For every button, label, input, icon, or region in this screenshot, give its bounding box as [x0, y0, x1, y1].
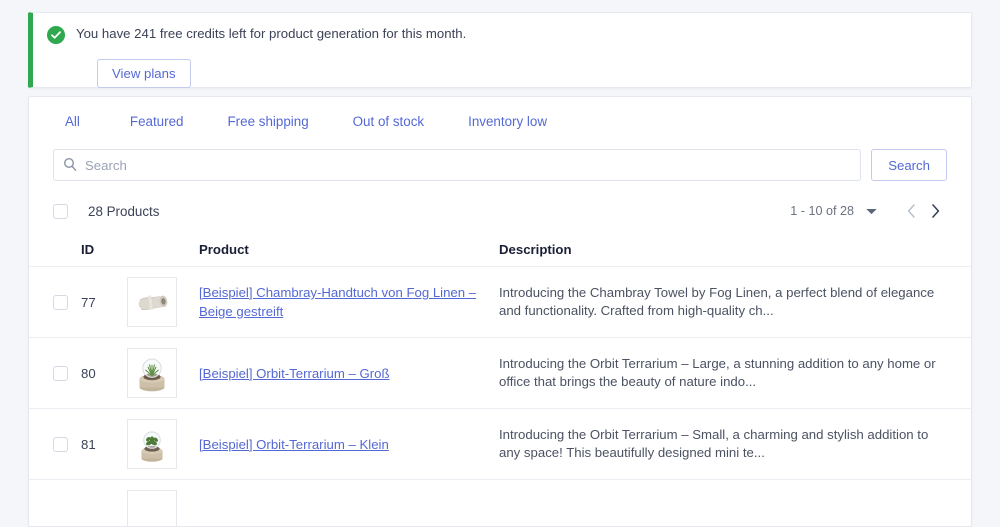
- header-select: [29, 233, 81, 267]
- table-row[interactable]: 81 [Beispiel] Orbit-Terrarium – Klein In…: [29, 408, 971, 480]
- row-description-cell: [499, 480, 971, 527]
- row-thumbnail-cell: [127, 337, 199, 409]
- row-description-cell: Introducing the Orbit Terrarium – Large,…: [499, 337, 971, 409]
- terrarium-small-thumbnail: [127, 419, 199, 469]
- row-thumbnail-cell: [127, 266, 199, 338]
- row-select-cell: [29, 408, 81, 480]
- credits-banner: You have 241 free credits left for produ…: [28, 12, 972, 88]
- banner-message: You have 241 free credits left for produ…: [76, 26, 467, 41]
- row-id: 77: [81, 266, 127, 338]
- row-checkbox[interactable]: [53, 436, 68, 452]
- product-description: Introducing the Orbit Terrarium – Small,…: [499, 427, 929, 460]
- table-row[interactable]: 80 [Beispiel] Orbit-Terrarium – Groß Int…: [29, 337, 971, 409]
- product-link[interactable]: [Beispiel] Orbit-Terrarium – Groß: [199, 366, 390, 381]
- search-field-wrapper: [53, 149, 862, 181]
- row-product-cell: [Beispiel] Orbit-Terrarium – Groß: [199, 337, 499, 409]
- header-description: Description: [499, 233, 971, 267]
- search-button[interactable]: Search: [871, 149, 947, 181]
- product-link[interactable]: [Beispiel] Chambray-Handtuch von Fog Lin…: [199, 285, 476, 319]
- row-id: 80: [81, 337, 127, 409]
- chevron-left-icon[interactable]: [899, 199, 923, 223]
- pagination-controls: 1 - 10 of 28: [790, 199, 947, 223]
- row-checkbox[interactable]: [53, 294, 68, 310]
- product-link[interactable]: [Beispiel] Orbit-Terrarium – Klein: [199, 437, 389, 452]
- row-id: [81, 480, 127, 527]
- tab-featured[interactable]: Featured: [116, 114, 198, 129]
- banner-message-row: You have 241 free credits left for produ…: [33, 13, 971, 44]
- row-description-cell: Introducing the Chambray Towel by Fog Li…: [499, 266, 971, 338]
- table-header-row: ID Product Description: [29, 233, 971, 267]
- select-all-checkbox[interactable]: [53, 203, 68, 219]
- header-id: ID: [81, 233, 127, 267]
- row-select-cell: [29, 337, 81, 409]
- row-id: 81: [81, 408, 127, 480]
- terrarium-large-thumbnail: [127, 348, 199, 398]
- product-description: Introducing the Orbit Terrarium – Large,…: [499, 356, 936, 389]
- row-checkbox[interactable]: [53, 365, 68, 381]
- search-row: Search: [29, 149, 971, 181]
- table-row[interactable]: 77 [Beispiel] Chambray-Handtuch von Fog …: [29, 266, 971, 338]
- tab-all[interactable]: All: [65, 114, 100, 129]
- partial-thumbnail: [127, 490, 199, 526]
- filter-tabs: All Featured Free shipping Out of stock …: [29, 97, 971, 145]
- product-description: Introducing the Chambray Towel by Fog Li…: [499, 285, 935, 318]
- row-product-cell: [199, 480, 499, 527]
- row-thumbnail-cell: [127, 480, 199, 526]
- view-plans-button[interactable]: View plans: [97, 59, 191, 88]
- products-table-head: ID Product Description: [29, 233, 971, 267]
- row-select-cell: [29, 266, 81, 338]
- header-product: Product: [199, 233, 499, 267]
- chevron-right-icon[interactable]: [923, 199, 947, 223]
- search-input[interactable]: [53, 149, 862, 181]
- products-card: All Featured Free shipping Out of stock …: [28, 96, 972, 527]
- chevron-down-icon[interactable]: [866, 208, 877, 215]
- row-product-cell: [Beispiel] Orbit-Terrarium – Klein: [199, 408, 499, 480]
- header-thumbnail: [127, 233, 199, 267]
- tab-inventory-low[interactable]: Inventory low: [454, 114, 561, 129]
- pagination-range-label: 1 - 10 of 28: [790, 204, 854, 218]
- row-thumbnail-cell: [127, 408, 199, 480]
- products-table: ID Product Description 77 [Beispiel] Cha…: [29, 233, 971, 527]
- rolled-towel-thumbnail: [127, 277, 199, 327]
- product-count-label: 28 Products: [88, 203, 160, 219]
- row-select-cell: [29, 480, 81, 527]
- tab-free-shipping[interactable]: Free shipping: [214, 114, 323, 129]
- check-circle-icon: [47, 26, 65, 44]
- list-toolbar: 28 Products 1 - 10 of 28: [29, 189, 971, 233]
- products-table-body: 77 [Beispiel] Chambray-Handtuch von Fog …: [29, 266, 971, 527]
- tab-out-of-stock[interactable]: Out of stock: [339, 114, 438, 129]
- row-product-cell: [Beispiel] Chambray-Handtuch von Fog Lin…: [199, 266, 499, 338]
- product-list-page: You have 241 free credits left for produ…: [0, 0, 1000, 527]
- table-row[interactable]: [29, 480, 971, 527]
- row-description-cell: Introducing the Orbit Terrarium – Small,…: [499, 408, 971, 480]
